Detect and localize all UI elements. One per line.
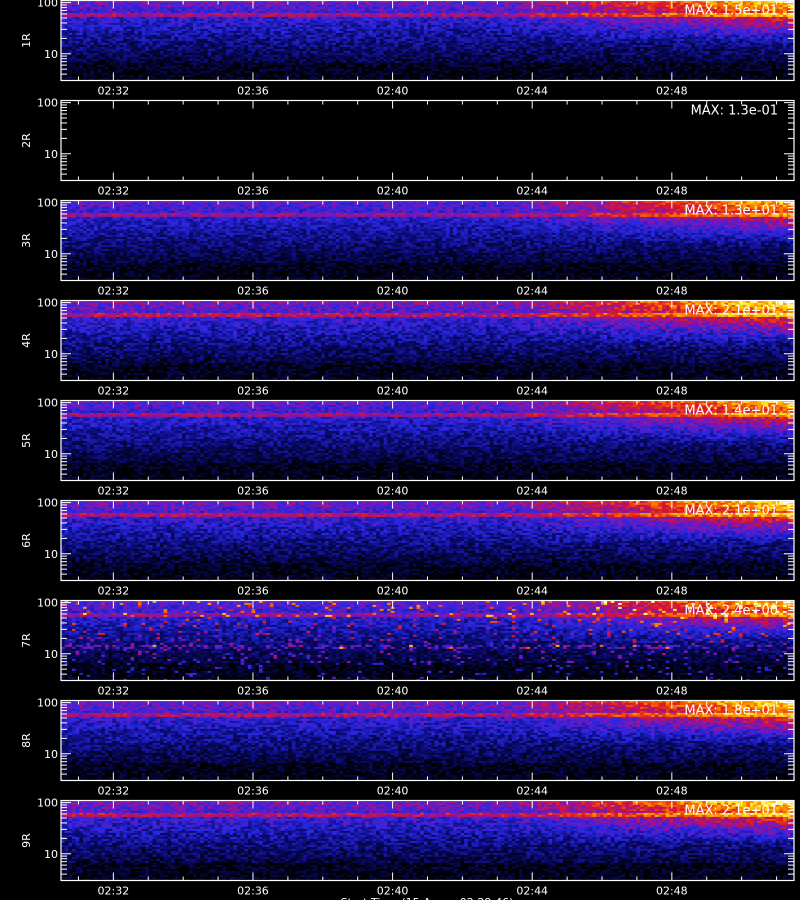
panel-1r: 1001002:32 02:36 02:40 02:44 02:481RMAX: 1.5…	[20, 0, 794, 98]
spectrogram-stack: 1001002:32 02:36 02:40 02:44 02:481RMAX: 1.5…	[0, 0, 800, 900]
